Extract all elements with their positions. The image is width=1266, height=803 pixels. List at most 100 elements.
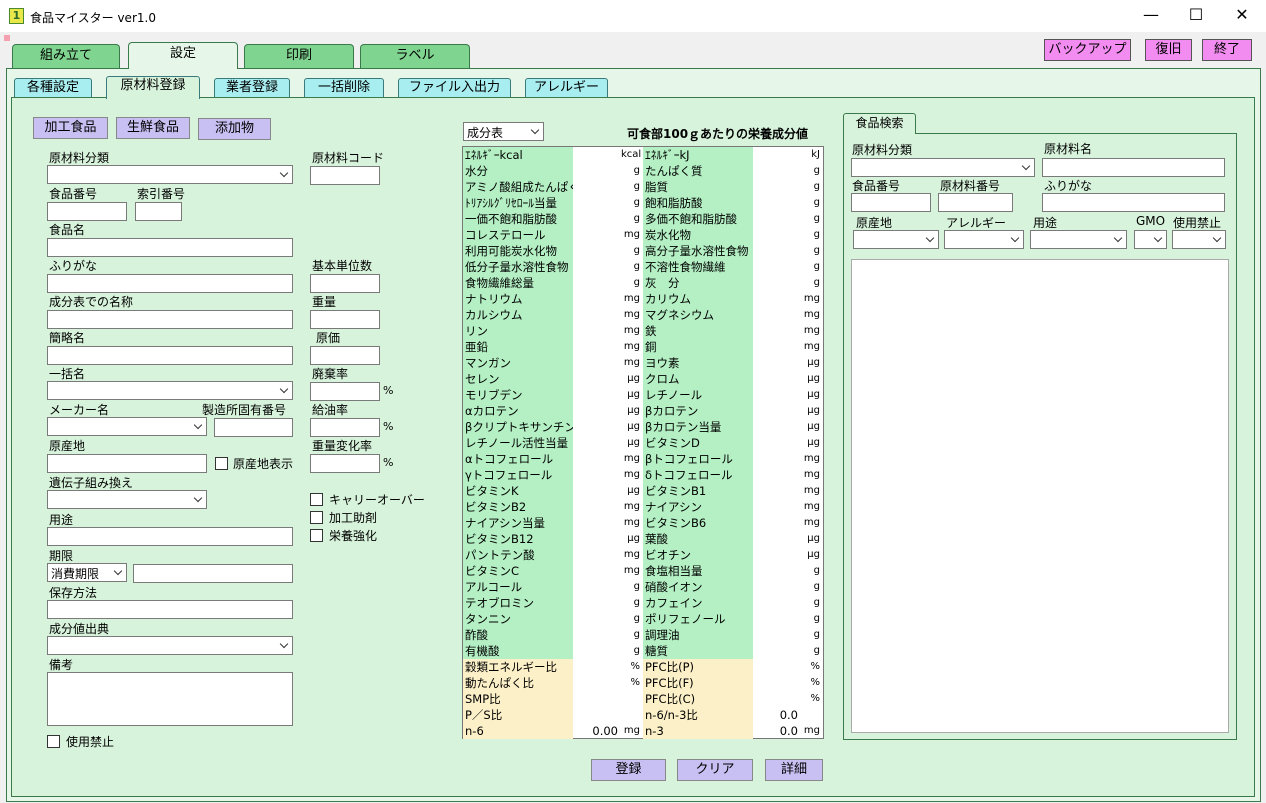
nutrient-value-field[interactable]	[753, 371, 801, 387]
register-button[interactable]: 登録	[591, 759, 666, 781]
index-no-input[interactable]	[135, 202, 182, 221]
search-material-no-input[interactable]	[938, 193, 1013, 212]
nutrient-value-field[interactable]	[573, 227, 621, 243]
nutrient-value-field[interactable]	[753, 403, 801, 419]
nutrient-value-field[interactable]	[753, 547, 801, 563]
nutrient-value-field[interactable]	[573, 563, 621, 579]
nutrient-value-field[interactable]	[573, 195, 621, 211]
nutrient-value-field[interactable]	[573, 579, 621, 595]
nutrient-value-field[interactable]	[753, 499, 801, 515]
nutrient-value-field[interactable]	[753, 659, 801, 675]
nutrient-value-field[interactable]	[573, 291, 621, 307]
code-input[interactable]	[310, 166, 380, 185]
nutrient-value-field[interactable]	[753, 339, 801, 355]
nutrient-value-field[interactable]	[573, 595, 621, 611]
nutrient-value-field[interactable]	[573, 467, 621, 483]
nutrient-value-field[interactable]	[573, 355, 621, 371]
nutrient-value-field[interactable]	[753, 611, 801, 627]
nutrient-value-field[interactable]	[573, 307, 621, 323]
tab-label[interactable]: ラベル	[360, 44, 470, 68]
term-select[interactable]: 消費期限	[47, 563, 127, 582]
restore-button[interactable]: 復旧	[1145, 39, 1192, 61]
nutrient-value-field[interactable]	[573, 147, 621, 163]
nutrient-value-field[interactable]	[573, 163, 621, 179]
subtab-bulk-delete[interactable]: 一括削除	[304, 78, 384, 98]
nutrient-value-field[interactable]	[753, 675, 801, 691]
nutrient-value-field[interactable]	[753, 419, 801, 435]
nutrient-value-field[interactable]	[573, 531, 621, 547]
close-button[interactable]: ✕	[1219, 0, 1265, 32]
notes-textarea[interactable]	[47, 672, 293, 726]
nutrient-value-field[interactable]	[753, 291, 801, 307]
nutrient-value-field[interactable]	[573, 371, 621, 387]
weight-input[interactable]	[310, 310, 380, 329]
nutrient-value-field[interactable]	[753, 147, 801, 163]
nutrient-value-field[interactable]	[573, 483, 621, 499]
tab-assemble[interactable]: 組み立て	[12, 44, 120, 68]
nutrient-value-field[interactable]	[573, 691, 621, 707]
nutrient-value-field[interactable]	[573, 435, 621, 451]
usage-input[interactable]	[47, 527, 293, 546]
minimize-button[interactable]: —	[1128, 0, 1174, 32]
subtab-allergy[interactable]: アレルギー	[525, 78, 608, 98]
category-select[interactable]	[47, 165, 293, 184]
maker-select[interactable]	[47, 417, 207, 436]
detail-button[interactable]: 詳細	[765, 759, 823, 781]
exit-button[interactable]: 終了	[1202, 39, 1252, 61]
nutrient-value-field[interactable]: 0.00	[573, 723, 621, 739]
nutrient-value-field[interactable]	[753, 387, 801, 403]
nutrient-value-field[interactable]	[753, 595, 801, 611]
search-category-select[interactable]	[851, 158, 1035, 177]
tab-print[interactable]: 印刷	[244, 44, 354, 68]
subtab-general[interactable]: 各種設定	[14, 78, 92, 98]
search-furigana-input[interactable]	[1042, 193, 1225, 212]
search-gmo-select[interactable]	[1134, 230, 1167, 249]
waste-rate-input[interactable]	[310, 382, 380, 401]
nutrient-value-field[interactable]	[573, 275, 621, 291]
subtab-material-registration[interactable]: 原材料登録	[106, 76, 200, 99]
nutrient-value-field[interactable]	[753, 211, 801, 227]
nutrient-value-field[interactable]	[573, 515, 621, 531]
maximize-button[interactable]: ☐	[1173, 0, 1219, 32]
search-usage-select[interactable]	[1030, 230, 1127, 249]
processed-food-button[interactable]: 加工食品	[33, 117, 108, 139]
search-allergy-select[interactable]	[944, 230, 1024, 249]
nutrient-value-field[interactable]	[573, 339, 621, 355]
nutrient-value-field[interactable]	[573, 707, 621, 723]
fortify-checkbox[interactable]	[310, 529, 323, 542]
nutrition-table-select[interactable]: 成分表	[463, 122, 544, 141]
nutrient-value-field[interactable]	[753, 163, 801, 179]
nutrient-value-field[interactable]	[573, 643, 621, 659]
component-name-input[interactable]	[47, 310, 293, 329]
tab-settings[interactable]: 設定	[128, 42, 238, 69]
origin-display-checkbox[interactable]	[215, 457, 228, 470]
nutrient-value-field[interactable]: 0.0	[753, 707, 801, 723]
nutrient-value-field[interactable]	[753, 515, 801, 531]
subtab-supplier[interactable]: 業者登録	[214, 78, 290, 98]
subtab-file-io[interactable]: ファイル入出力	[398, 78, 511, 98]
nutrient-value-field[interactable]	[573, 659, 621, 675]
nutrient-value-field[interactable]	[753, 355, 801, 371]
search-food-no-input[interactable]	[851, 193, 931, 212]
search-result-list[interactable]	[851, 259, 1229, 733]
search-name-input[interactable]	[1042, 158, 1225, 177]
nutrient-value-field[interactable]	[573, 179, 621, 195]
food-search-tab[interactable]: 食品検索	[843, 113, 916, 134]
nutrient-value-field[interactable]	[573, 627, 621, 643]
origin-input[interactable]	[47, 454, 207, 473]
nutrient-value-field[interactable]	[573, 243, 621, 259]
nutrient-value-field[interactable]	[573, 403, 621, 419]
nutrient-value-field[interactable]	[753, 435, 801, 451]
furigana-input[interactable]	[47, 274, 293, 293]
nutrient-value-field[interactable]	[753, 483, 801, 499]
prohibited-checkbox[interactable]	[47, 735, 60, 748]
search-origin-select[interactable]	[853, 230, 939, 249]
nutrient-value-field[interactable]	[573, 211, 621, 227]
nutrient-value-field[interactable]	[753, 195, 801, 211]
nutrient-value-field[interactable]	[573, 419, 621, 435]
short-name-input[interactable]	[47, 346, 293, 365]
nutrient-value-field[interactable]	[573, 323, 621, 339]
nutrient-value-field[interactable]	[573, 387, 621, 403]
factory-no-input[interactable]	[214, 418, 293, 437]
processing-aid-checkbox[interactable]	[310, 511, 323, 524]
